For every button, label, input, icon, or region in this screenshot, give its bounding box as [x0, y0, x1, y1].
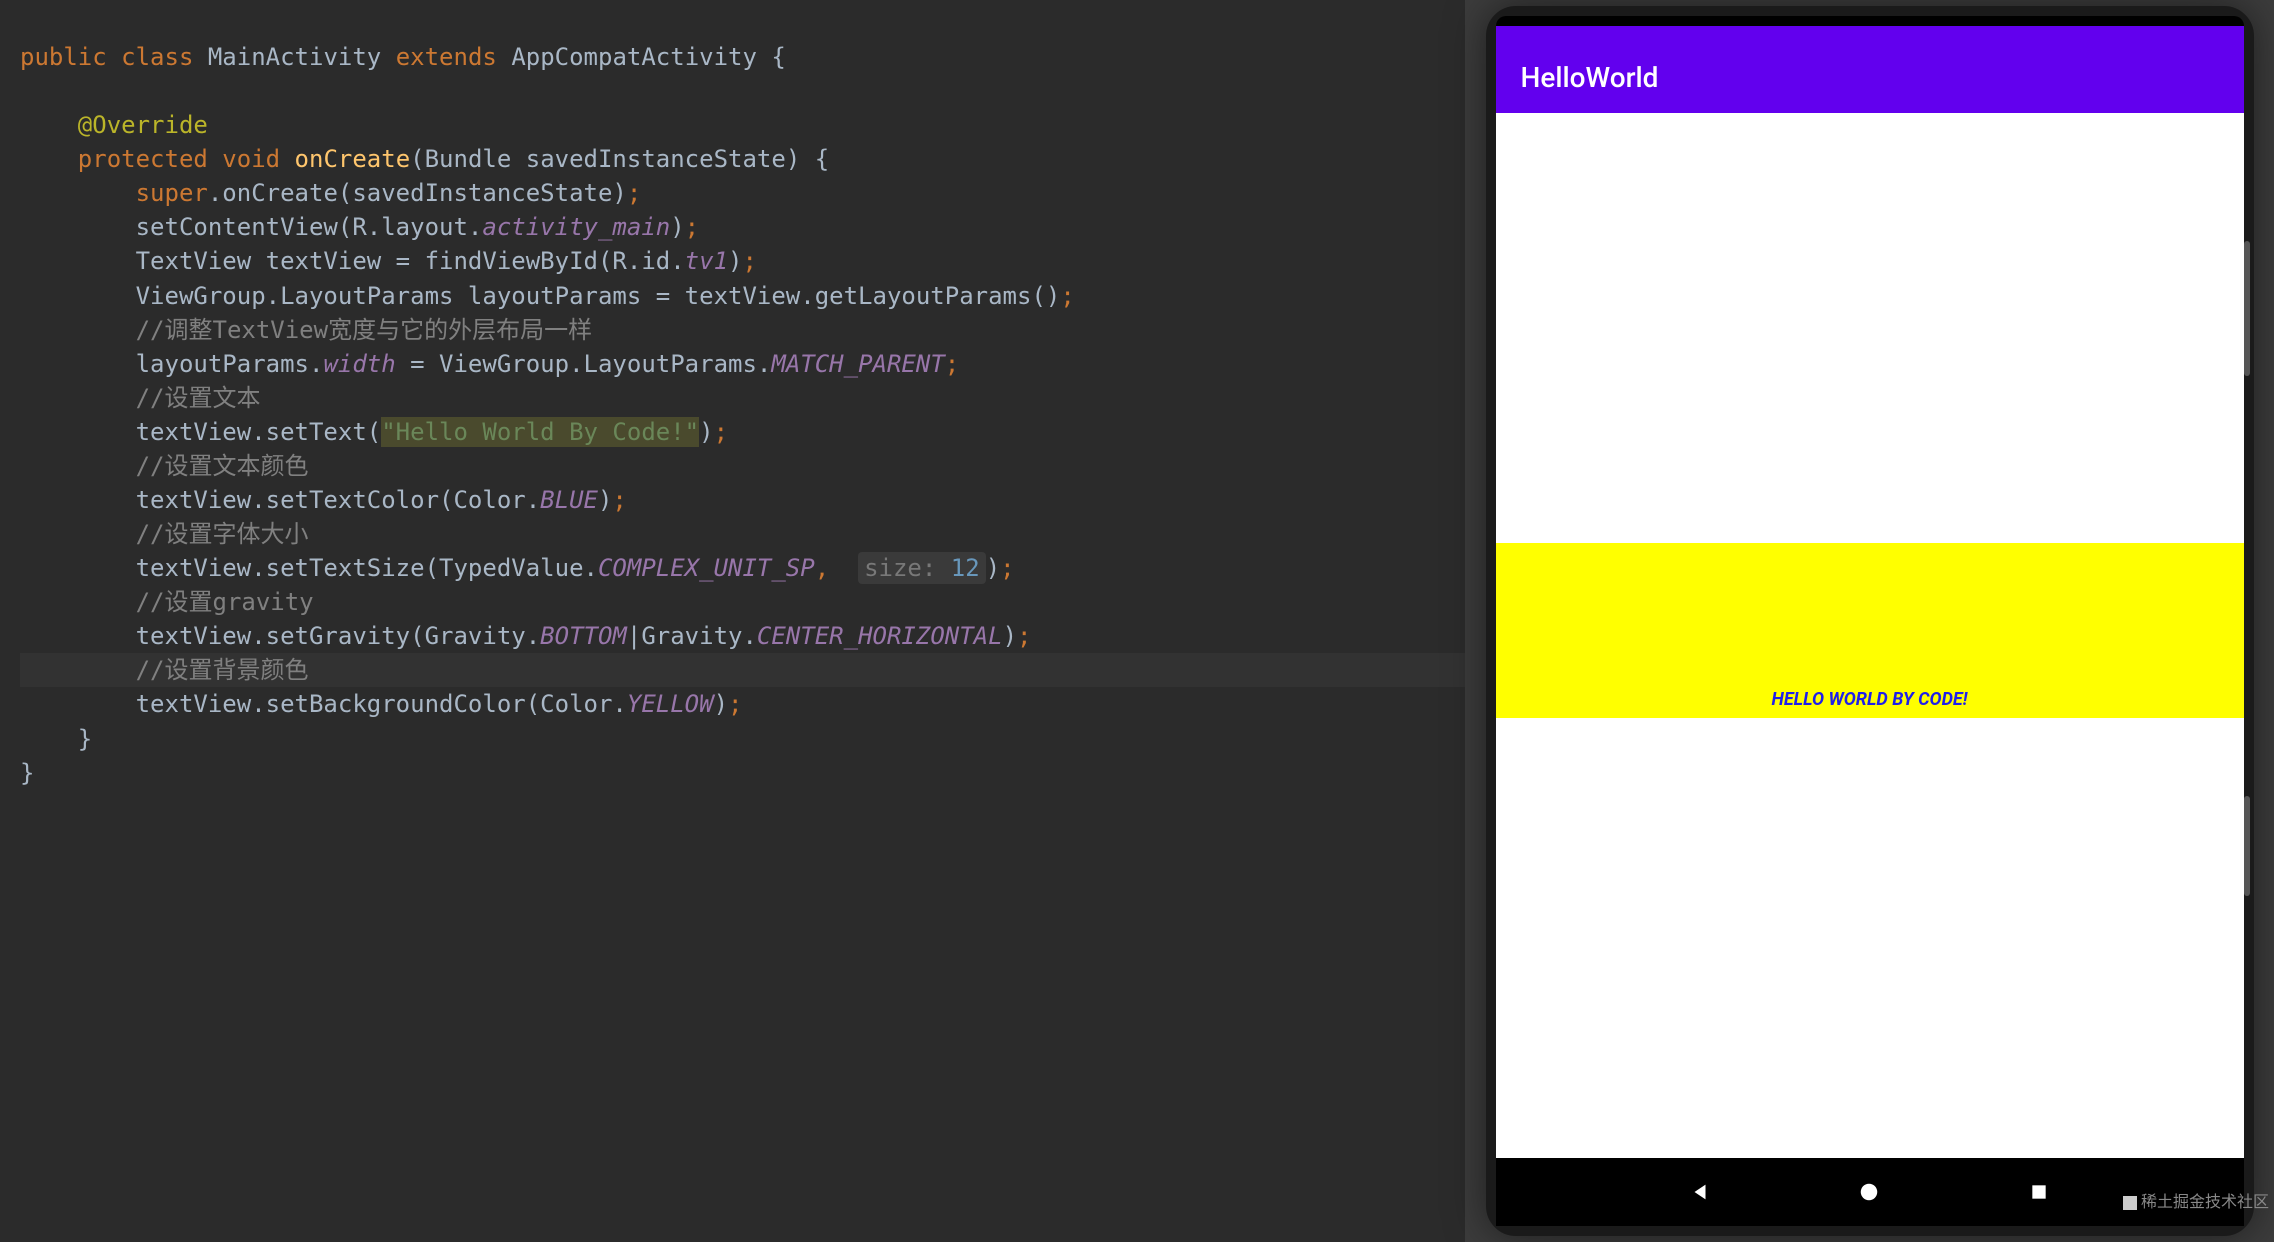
method-name: onCreate	[295, 145, 411, 173]
emulator-panel: HelloWorld HELLO WORLD BY CODE! 稀土掘金技术社区	[1465, 0, 2274, 1242]
textview-yellow-area: HELLO WORLD BY CODE!	[1496, 543, 2244, 718]
content-white-top	[1496, 113, 2244, 543]
nav-overview-icon[interactable]	[2025, 1178, 2053, 1206]
keyword: void	[222, 145, 280, 173]
phone-frame: HelloWorld HELLO WORLD BY CODE!	[1486, 6, 2254, 1236]
keyword: super	[136, 179, 208, 207]
phone-notch	[1496, 16, 2244, 26]
string-literal: "Hello World By Code!"	[381, 417, 699, 447]
app-content[interactable]: HELLO WORLD BY CODE!	[1496, 113, 2244, 1158]
code-editor-panel[interactable]: public class MainActivity extends AppCom…	[0, 0, 1465, 1242]
field: BLUE	[540, 486, 598, 514]
comment: //设置gravity	[136, 588, 314, 616]
field: BOTTOM	[540, 622, 627, 650]
parameter: Bundle savedInstanceState	[425, 145, 786, 173]
app-bar: HelloWorld	[1496, 41, 2244, 113]
field: CENTER_HORIZONTAL	[757, 622, 1003, 650]
class-name: MainActivity	[208, 43, 381, 71]
comment: //设置文本颜色	[136, 452, 309, 480]
app-title: HelloWorld	[1521, 61, 1659, 94]
class-name: AppCompatActivity	[511, 43, 757, 71]
field: YELLOW	[627, 690, 714, 718]
keyword: protected	[78, 145, 208, 173]
field: activity_main	[482, 213, 670, 241]
comment: //设置背景颜色	[136, 656, 309, 684]
field: tv1	[685, 247, 728, 275]
keyword: class	[121, 43, 193, 71]
field: MATCH_PARENT	[771, 350, 944, 378]
field: COMPLEX_UNIT_SP	[598, 554, 815, 582]
nav-back-icon[interactable]	[1686, 1178, 1714, 1206]
comment: //设置文本	[136, 384, 261, 412]
textview-text: HELLO WORLD BY CODE!	[1772, 689, 1968, 710]
comment: //设置字体大小	[136, 520, 309, 548]
volume-button[interactable]	[2244, 796, 2250, 896]
inline-hint: size: 12	[858, 552, 986, 584]
annotation: @Override	[78, 111, 208, 139]
comment: //调整TextView宽度与它的外层布局一样	[136, 316, 593, 344]
power-button[interactable]	[2244, 241, 2250, 376]
keyword: extends	[396, 43, 497, 71]
nav-home-icon[interactable]	[1855, 1178, 1883, 1206]
watermark: 稀土掘金技术社区	[2123, 1188, 2269, 1212]
content-white-bottom	[1496, 718, 2244, 1158]
keyword: public	[20, 43, 107, 71]
status-bar	[1496, 26, 2244, 41]
